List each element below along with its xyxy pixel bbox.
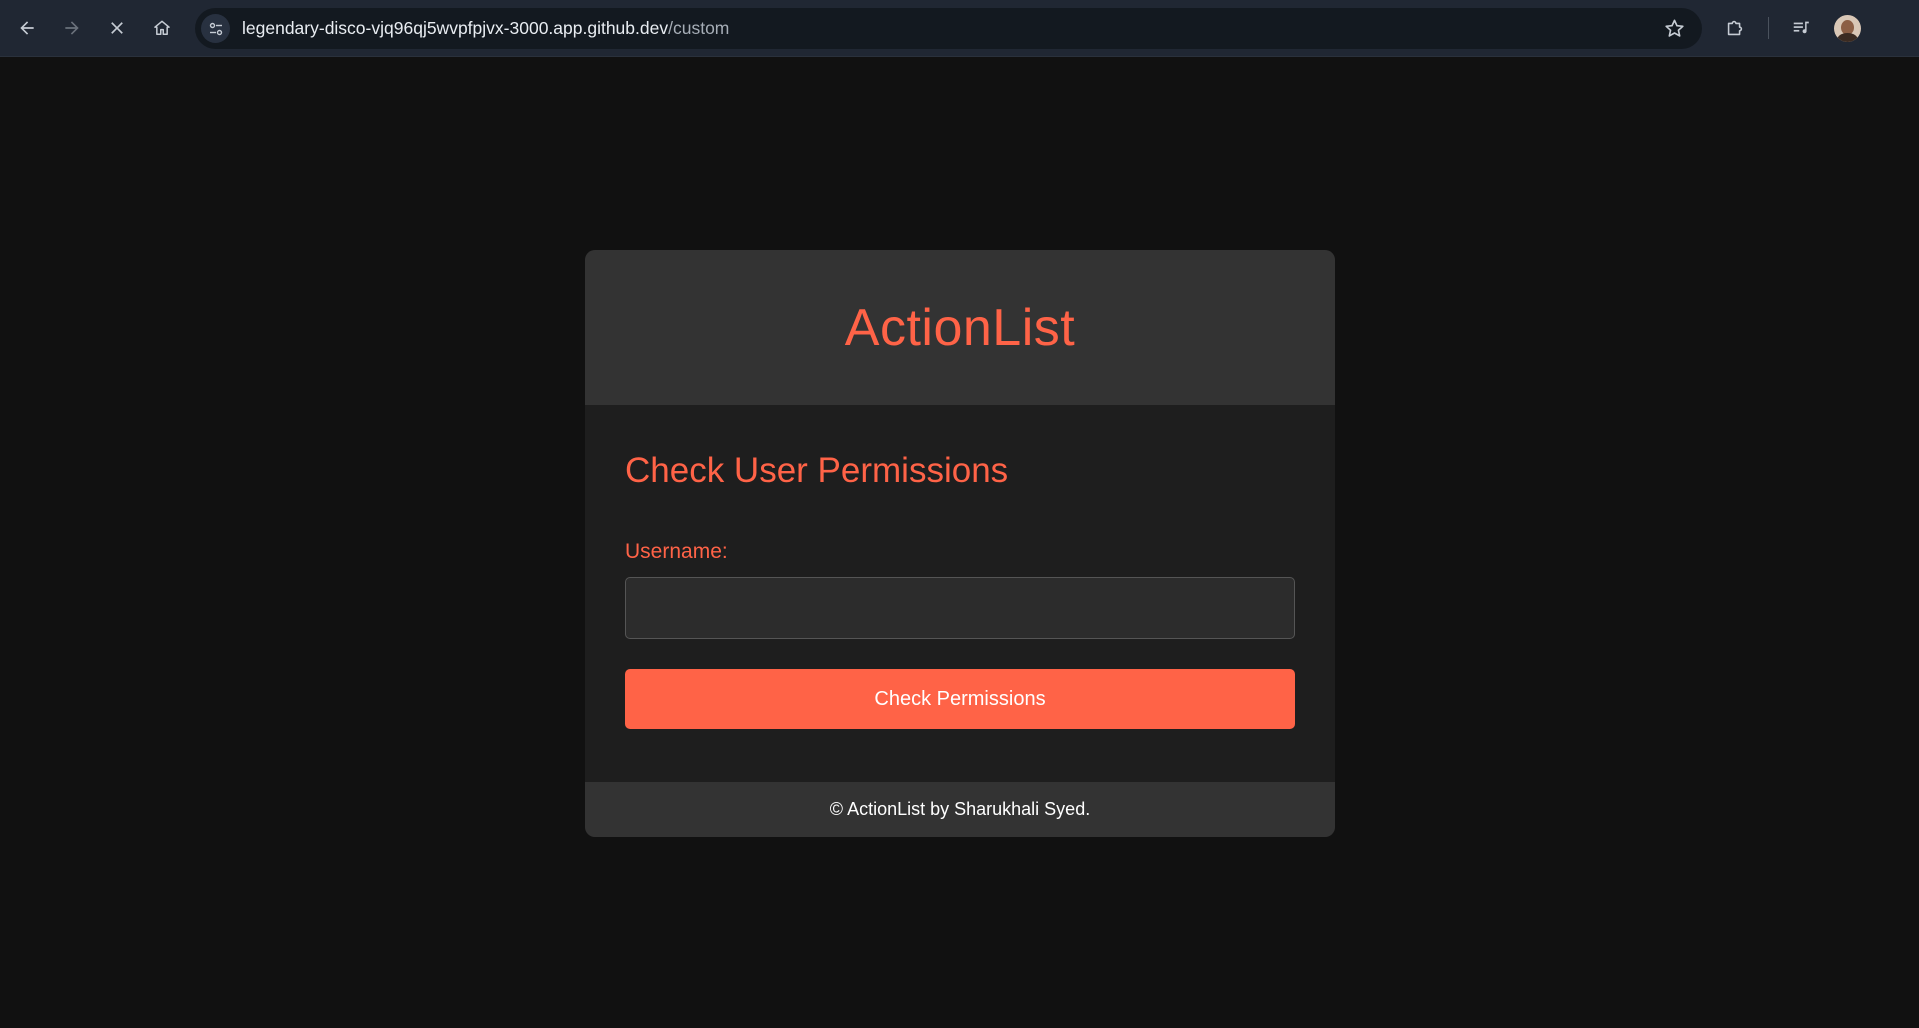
url-text[interactable]: legendary-disco-vjq96qj5wvpfpjvx-3000.ap… — [242, 8, 729, 49]
arrow-left-icon — [20, 21, 34, 35]
card-body: Check User Permissions Username: Check P… — [585, 405, 1335, 782]
url-path: /custom — [668, 18, 730, 38]
avatar — [1833, 14, 1861, 42]
puzzle-icon — [1727, 20, 1743, 36]
app-title: ActionList — [844, 298, 1076, 357]
footer-text: © ActionList by Sharukhali Syed. — [829, 799, 1091, 819]
media-controls-button[interactable] — [1783, 9, 1821, 47]
toolbar-divider — [1768, 17, 1769, 39]
username-label: Username: — [625, 540, 728, 563]
tune-icon — [209, 22, 222, 35]
close-icon — [111, 22, 123, 34]
check-permissions-button[interactable]: Check Permissions — [625, 669, 1295, 729]
back-button[interactable] — [8, 9, 46, 47]
forward-button[interactable] — [53, 9, 91, 47]
username-input[interactable] — [625, 577, 1295, 639]
star-icon[interactable] — [1663, 17, 1686, 40]
queue-music-icon — [1793, 21, 1809, 34]
card-header: ActionList — [585, 250, 1335, 405]
address-bar[interactable]: legendary-disco-vjq96qj5wvpfpjvx-3000.ap… — [195, 8, 1702, 49]
profile-button[interactable] — [1828, 9, 1866, 47]
home-button[interactable] — [143, 9, 181, 47]
extensions-button[interactable] — [1716, 9, 1754, 47]
browser-toolbar: legendary-disco-vjq96qj5wvpfpjvx-3000.ap… — [0, 0, 1919, 57]
permissions-card: ActionList Check User Permissions Userna… — [585, 250, 1335, 837]
section-title: Check User Permissions — [625, 451, 1009, 490]
url-host: legendary-disco-vjq96qj5wvpfpjvx-3000.ap… — [242, 18, 669, 38]
site-info-button[interactable] — [201, 14, 230, 43]
home-icon — [154, 20, 170, 35]
stop-loading-button[interactable] — [98, 9, 136, 47]
arrow-right-icon — [65, 21, 79, 35]
card-footer: © ActionList by Sharukhali Syed. — [585, 782, 1335, 837]
